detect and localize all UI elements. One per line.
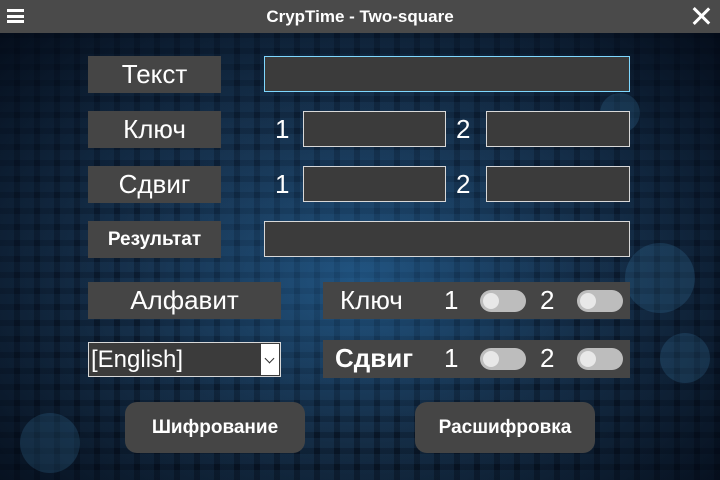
shift2-input[interactable] [486, 166, 630, 202]
shift-toggle1-number: 1 [444, 343, 459, 373]
text-label: Текст [88, 56, 221, 93]
key1-toggle-switch[interactable] [480, 290, 526, 312]
key2-number: 2 [456, 114, 471, 144]
shift-toggle-panel: Сдвиг 1 2 [323, 340, 630, 378]
shift1-input[interactable] [303, 166, 446, 202]
bokeh-light [20, 413, 80, 473]
toggle-knob [580, 351, 596, 367]
alphabet-label: Алфавит [88, 282, 281, 319]
result-label: Результат [88, 221, 221, 258]
encrypt-button[interactable]: Шифрование [125, 402, 305, 453]
title-bar: CrypTime - Two-square [0, 0, 720, 33]
decrypt-button[interactable]: Расшифровка [415, 402, 595, 453]
shift1-toggle-switch[interactable] [480, 348, 526, 370]
shift-label: Сдвиг [88, 166, 221, 203]
key2-input[interactable] [486, 111, 630, 147]
toggle-knob [483, 351, 499, 367]
text-input[interactable] [264, 56, 630, 92]
shift2-number: 2 [456, 169, 471, 199]
key-toggle-panel: Ключ 1 2 [323, 282, 630, 319]
hamburger-menu-icon[interactable] [7, 9, 24, 23]
app-window: CrypTime - Two-square Текст Ключ 1 2 Сдв… [0, 0, 720, 480]
key1-number: 1 [275, 114, 290, 144]
bokeh-light [660, 333, 710, 383]
result-output[interactable] [264, 221, 630, 257]
shift-toggle2-number: 2 [540, 343, 555, 373]
bokeh-light [625, 243, 695, 313]
chevron-down-icon[interactable] [261, 344, 279, 375]
shift-toggle-label: Сдвиг [335, 343, 414, 373]
key1-input[interactable] [303, 111, 446, 147]
key-toggle1-number: 1 [444, 285, 459, 315]
toggle-knob [580, 293, 596, 309]
alphabet-select[interactable]: [English] [88, 342, 281, 377]
alphabet-select-value: [English] [91, 346, 184, 373]
key2-toggle-switch[interactable] [577, 290, 623, 312]
window-title: CrypTime - Two-square [266, 6, 454, 26]
shift1-number: 1 [275, 169, 290, 199]
key-toggle-label: Ключ [340, 285, 403, 315]
key-label: Ключ [88, 111, 221, 148]
key-toggle2-number: 2 [540, 285, 555, 315]
close-icon[interactable] [690, 5, 712, 27]
shift2-toggle-switch[interactable] [577, 348, 623, 370]
toggle-knob [483, 293, 499, 309]
